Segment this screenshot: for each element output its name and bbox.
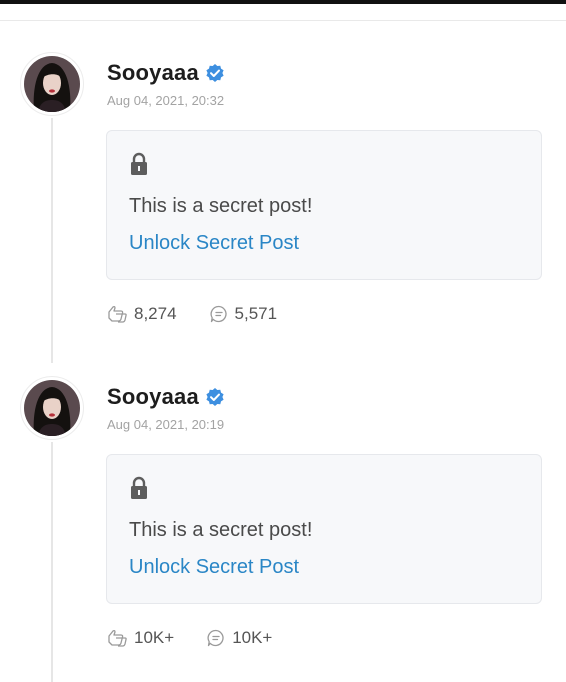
top-divider [0,20,566,21]
comment-count: 5,571 [234,304,278,323]
comment-icon [207,629,224,647]
timeline-line [51,442,53,682]
avatar[interactable] [20,52,84,116]
secret-post-box: This is a secret post! Unlock Secret Pos… [106,130,542,280]
like-button[interactable]: 10K+ [106,628,174,648]
lock-icon [131,152,147,175]
author-row: Sooyaaa [107,60,225,86]
verified-check-icon [205,387,225,407]
unlock-secret-post-link[interactable]: Unlock Secret Post [129,232,299,255]
post-stats: 10K+ 10K+ [106,628,304,648]
secret-post-text: This is a secret post! [129,195,313,217]
verified-check-icon [205,63,225,83]
like-button[interactable]: 8,274 [106,304,177,324]
secret-post-text: This is a secret post! [129,519,313,541]
post-timestamp: Aug 04, 2021, 20:19 [107,417,225,432]
like-count: 8,274 [134,304,177,323]
comment-button[interactable]: 10K+ [206,628,272,648]
lock-icon [131,476,147,499]
like-icon [108,306,127,323]
author-name[interactable]: Sooyaaa [107,384,199,410]
comment-icon [210,305,227,323]
author-row: Sooyaaa [107,384,225,410]
unlock-secret-post-link[interactable]: Unlock Secret Post [129,556,299,579]
post-stats: 8,274 5,571 [106,304,309,324]
comment-button[interactable]: 5,571 [209,304,278,324]
author-name[interactable]: Sooyaaa [107,60,199,86]
like-count: 10K+ [134,628,175,647]
timeline-line [51,118,53,363]
comment-count: 10K+ [232,628,273,647]
post-timestamp: Aug 04, 2021, 20:32 [107,93,225,108]
avatar-image [24,380,80,436]
avatar-image [24,56,80,112]
top-edge-bar [0,0,566,4]
like-icon [108,630,127,647]
secret-post-box: This is a secret post! Unlock Secret Pos… [106,454,542,604]
avatar[interactable] [20,376,84,440]
